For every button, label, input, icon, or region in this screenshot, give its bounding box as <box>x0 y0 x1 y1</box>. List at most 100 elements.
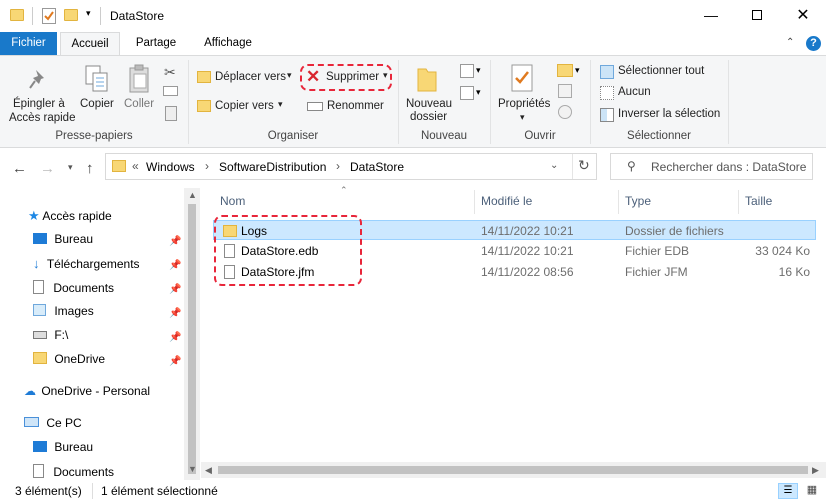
new-folder-qat-icon[interactable] <box>64 9 78 21</box>
invert-selection-icon[interactable] <box>600 108 614 122</box>
horizontal-scrollbar[interactable]: ◀ ▶ <box>201 462 826 478</box>
paste-shortcut-icon[interactable] <box>165 106 177 121</box>
move-to-dropdown-icon[interactable]: ▾ <box>287 70 292 81</box>
nav-onedrive-personal[interactable]: ☁ OneDrive - Personal <box>24 384 150 404</box>
column-header-size[interactable]: Taille <box>745 194 772 208</box>
column-separator[interactable] <box>738 190 739 214</box>
new-item-dropdown-icon[interactable]: ▾ <box>476 65 481 76</box>
copy-to-dropdown-icon[interactable]: ▾ <box>278 99 283 110</box>
large-icons-view-icon[interactable]: ▦ <box>802 483 822 499</box>
scroll-down-icon[interactable]: ▼ <box>188 464 197 474</box>
nav-item-images[interactable]: Images <box>33 304 94 324</box>
pin-icon[interactable] <box>28 68 50 94</box>
tab-file[interactable]: Fichier <box>0 32 57 56</box>
column-header-modified[interactable]: Modifié le <box>481 194 532 208</box>
tab-share[interactable]: Partage <box>128 32 184 56</box>
rename-icon[interactable] <box>307 102 323 111</box>
pin-icon[interactable]: 📌 <box>169 260 181 271</box>
cut-icon[interactable]: ✂ <box>164 64 176 81</box>
copy-to-button[interactable]: Copier vers <box>215 100 274 112</box>
nav-item-drive-f[interactable]: F:\ <box>33 328 68 348</box>
customize-qat-icon[interactable]: ▾ <box>86 8 91 19</box>
back-button[interactable]: ← <box>12 160 27 177</box>
help-icon[interactable]: ? <box>806 36 821 51</box>
new-item-icon[interactable] <box>460 64 474 78</box>
recent-locations-icon[interactable]: ▾ <box>68 162 73 173</box>
properties-button[interactable]: Propriétés <box>498 98 550 110</box>
up-button[interactable]: ↑ <box>86 160 94 177</box>
breadcrumb-separator-icon[interactable]: › <box>336 159 340 173</box>
easy-access-icon[interactable] <box>460 86 474 100</box>
breadcrumb-separator-icon[interactable]: › <box>205 159 209 173</box>
properties-dropdown-icon[interactable]: ▾ <box>520 112 525 123</box>
open-icon[interactable] <box>557 64 573 77</box>
column-header-type[interactable]: Type <box>625 194 651 208</box>
edit-icon[interactable] <box>558 84 572 98</box>
pin-icon[interactable]: 📌 <box>169 284 181 295</box>
paste-button[interactable]: Coller <box>124 98 154 110</box>
easy-access-dropdown-icon[interactable]: ▾ <box>476 87 481 98</box>
nav-item-documents[interactable]: Documents <box>33 280 114 300</box>
address-bar[interactable]: « Windows › SoftwareDistribution › DataS… <box>105 153 597 180</box>
search-box[interactable]: ⚲ Rechercher dans : DataStore <box>610 153 813 180</box>
select-all-icon[interactable] <box>600 65 614 79</box>
pin-icon[interactable]: 📌 <box>169 308 181 319</box>
breadcrumb-datastore[interactable]: DataStore <box>350 160 404 174</box>
nav-this-pc[interactable]: Ce PC <box>24 416 82 436</box>
details-view-icon[interactable]: ☰ <box>778 483 798 499</box>
move-to-button[interactable]: Déplacer vers <box>215 71 286 83</box>
collapse-ribbon-icon[interactable]: ⌃ <box>786 37 794 48</box>
history-icon[interactable] <box>558 105 572 119</box>
breadcrumb-chevrons[interactable]: « <box>132 159 139 173</box>
copy-icon[interactable] <box>84 64 110 94</box>
open-dropdown-icon[interactable]: ▾ <box>575 65 580 76</box>
file-type: Dossier de fichiers <box>625 224 724 238</box>
copy-button[interactable]: Copier <box>80 98 114 110</box>
maximize-button[interactable] <box>734 0 780 30</box>
title-bar: ▾ DataStore — ✕ <box>0 0 826 32</box>
select-all-button[interactable]: Sélectionner tout <box>618 65 704 77</box>
breadcrumb-softwaredistribution[interactable]: SoftwareDistribution <box>219 160 326 174</box>
copy-to-icon[interactable] <box>197 100 211 112</box>
invert-selection-button[interactable]: Inverser la sélection <box>618 108 720 120</box>
nav-item-bureau[interactable]: Bureau <box>33 232 93 252</box>
close-button[interactable]: ✕ <box>780 0 826 30</box>
search-input[interactable]: Rechercher dans : DataStore <box>651 160 806 174</box>
forward-button[interactable]: → <box>40 160 55 177</box>
copy-path-icon[interactable] <box>163 86 178 96</box>
column-separator[interactable] <box>618 190 619 214</box>
nav-item-telechargements[interactable]: ↓ Téléchargements <box>33 256 140 276</box>
new-folder-icon[interactable] <box>416 65 438 93</box>
pin-label-2[interactable]: Accès rapide <box>9 112 75 124</box>
properties-icon[interactable] <box>511 64 533 92</box>
pin-icon[interactable]: 📌 <box>169 332 181 343</box>
minimize-button[interactable]: — <box>688 0 734 30</box>
column-separator[interactable] <box>474 190 475 214</box>
new-folder-label-1[interactable]: Nouveau <box>406 98 452 110</box>
column-header-name[interactable]: Nom <box>220 194 245 208</box>
properties-qat-icon[interactable] <box>42 8 56 24</box>
tab-view[interactable]: Affichage <box>196 32 260 56</box>
refresh-icon[interactable]: ↻ <box>578 157 590 174</box>
nav-scroll-thumb[interactable] <box>188 204 196 474</box>
paste-icon[interactable] <box>128 64 152 94</box>
pin-icon[interactable]: 📌 <box>169 356 181 367</box>
new-folder-label-2[interactable]: dossier <box>410 111 447 123</box>
select-none-button[interactable]: Aucun <box>618 86 651 98</box>
horizontal-scroll-thumb[interactable] <box>218 466 808 474</box>
nav-quick-access[interactable]: ★ Accès rapide <box>28 208 112 228</box>
scroll-up-icon[interactable]: ▲ <box>188 190 197 200</box>
nav-scrollbar[interactable]: ▲ ▼ <box>184 188 200 480</box>
address-history-dropdown-icon[interactable]: ⌄ <box>550 160 558 171</box>
select-none-icon[interactable] <box>600 86 614 100</box>
breadcrumb-windows[interactable]: Windows <box>146 160 195 174</box>
scroll-right-icon[interactable]: ▶ <box>812 465 819 476</box>
nav-pc-bureau[interactable]: Bureau <box>33 440 93 460</box>
scroll-left-icon[interactable]: ◀ <box>205 465 212 476</box>
move-to-icon[interactable] <box>197 71 211 83</box>
pin-icon[interactable]: 📌 <box>169 236 181 247</box>
rename-button[interactable]: Renommer <box>327 100 384 112</box>
nav-item-onedrive[interactable]: OneDrive <box>33 352 105 372</box>
pin-label-1[interactable]: Épingler à <box>13 98 65 110</box>
tab-home[interactable]: Accueil <box>60 32 120 56</box>
